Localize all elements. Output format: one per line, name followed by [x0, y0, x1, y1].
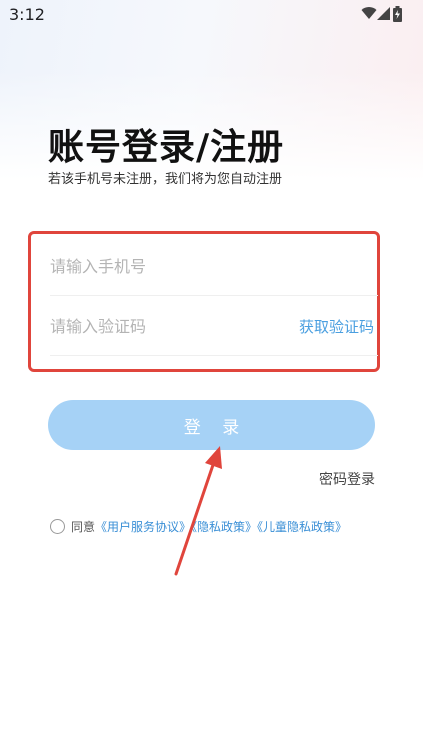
code-field: 获取验证码: [50, 296, 378, 356]
password-login-link[interactable]: 密码登录: [319, 469, 375, 489]
status-bar: 3:12: [0, 0, 423, 30]
agreement-prefix: 同意: [71, 520, 96, 534]
agreement-row: 同意《用户服务协议》《隐私政策》《儿童隐私政策》: [50, 518, 347, 538]
get-code-button[interactable]: 获取验证码: [299, 316, 374, 337]
children-privacy-link[interactable]: 《儿童隐私政策》: [257, 520, 347, 534]
signal-icon: [377, 7, 390, 20]
phone-input[interactable]: [50, 254, 280, 278]
phone-field: [50, 236, 378, 296]
code-input[interactable]: [50, 314, 280, 338]
login-button[interactable]: 登 录: [48, 400, 375, 450]
status-time: 3:12: [9, 5, 45, 24]
agreement-checkbox[interactable]: [50, 519, 65, 534]
page-title: 账号登录/注册: [48, 127, 285, 168]
user-agreement-link[interactable]: 《用户服务协议》: [95, 520, 191, 534]
login-form: 获取验证码: [28, 231, 380, 372]
battery-icon: [393, 6, 402, 22]
wifi-icon: [361, 7, 377, 20]
page-subtitle: 若该手机号未注册，我们将为您自动注册: [48, 172, 283, 187]
privacy-policy-link[interactable]: 《隐私政策》: [191, 520, 257, 534]
